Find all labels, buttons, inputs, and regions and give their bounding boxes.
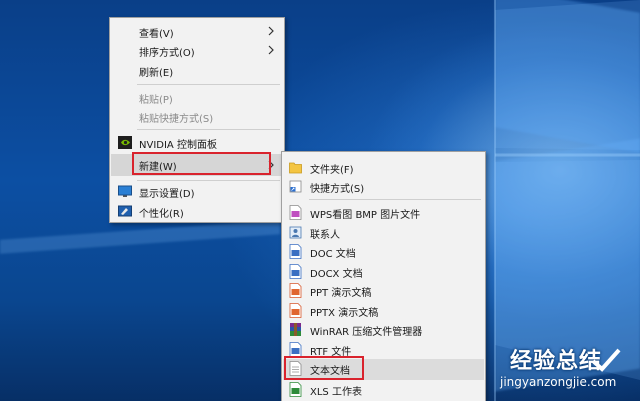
- menu-item-paste: 粘贴(P): [111, 88, 283, 108]
- menu-separator: [309, 199, 481, 200]
- submenu-item-label: 联系人: [310, 230, 340, 241]
- menu-item-display-settings[interactable]: 显示设置(D): [111, 182, 283, 202]
- personalize-icon: [118, 205, 132, 217]
- docx-file-icon: [289, 264, 302, 279]
- xls-file-icon: [289, 382, 302, 397]
- contact-icon: [289, 226, 302, 239]
- rtf-file-icon: [289, 342, 302, 357]
- submenu-item-label: PPT 演示文稿: [310, 288, 372, 299]
- display-icon: [118, 185, 132, 197]
- shortcut-icon: [289, 180, 302, 193]
- submenu-item-contact[interactable]: 联系人: [283, 223, 484, 243]
- submenu-item-doc[interactable]: DOC 文档: [283, 242, 484, 262]
- new-submenu: 文件夹(F) 快捷方式(S) WPS看图 BMP 图片文件 联系人 DOC 文档: [281, 151, 486, 401]
- menu-item-sort-by[interactable]: 排序方式(O): [111, 41, 283, 61]
- menu-item-label: NVIDIA 控制面板: [139, 140, 217, 151]
- submenu-item-label: WPS看图 BMP 图片文件: [310, 210, 421, 221]
- submenu-item-label: 快捷方式(S): [310, 184, 365, 195]
- submenu-item-pptx[interactable]: PPTX 演示文稿: [283, 301, 484, 321]
- nvidia-icon: [118, 136, 132, 149]
- submenu-item-ppt[interactable]: PPT 演示文稿: [283, 281, 484, 301]
- desktop-context-menu: 查看(V) 排序方式(O) 刷新(E) 粘贴(P) 粘贴快捷方式(S) NVID…: [109, 17, 285, 223]
- menu-item-label: 粘贴(P): [139, 95, 173, 106]
- menu-separator: [137, 84, 280, 85]
- menu-item-view[interactable]: 查看(V): [111, 22, 283, 42]
- submenu-item-winrar[interactable]: WinRAR 压缩文件管理器: [283, 320, 484, 340]
- bmp-file-icon: [289, 205, 302, 220]
- submenu-item-shortcut[interactable]: 快捷方式(S): [283, 177, 484, 197]
- menu-item-label: 刷新(E): [139, 68, 174, 79]
- menu-item-personalize[interactable]: 个性化(R): [111, 202, 283, 222]
- submenu-item-label: 文件夹(F): [310, 165, 354, 176]
- watermark-title: 经验总结: [510, 349, 603, 374]
- windows-logo-graphic: [494, 0, 640, 401]
- menu-item-paste-shortcut: 粘贴快捷方式(S): [111, 107, 283, 127]
- submenu-item-label: RTF 文件: [310, 347, 352, 358]
- menu-item-label: 排序方式(O): [139, 48, 195, 59]
- wallpaper-light-streak: [0, 220, 280, 254]
- menu-item-nvidia-control-panel[interactable]: NVIDIA 控制面板: [111, 133, 283, 153]
- menu-item-label: 查看(V): [139, 29, 174, 40]
- submenu-item-label: PPTX 演示文稿: [310, 308, 379, 319]
- site-watermark: 经验总结 jingyanzongjie.com: [500, 343, 640, 401]
- submenu-item-xls[interactable]: XLS 工作表: [283, 380, 484, 400]
- submenu-item-label: DOCX 文档: [310, 269, 363, 280]
- chevron-right-icon: [268, 45, 274, 55]
- submenu-item-label: XLS 工作表: [310, 387, 362, 398]
- menu-item-new[interactable]: 新建(W): [111, 154, 283, 176]
- menu-separator: [137, 129, 280, 130]
- menu-separator: [137, 180, 280, 181]
- doc-file-icon: [289, 244, 302, 259]
- winrar-icon: [290, 323, 301, 336]
- menu-item-label: 显示设置(D): [139, 189, 195, 200]
- submenu-item-rtf[interactable]: RTF 文件: [283, 340, 484, 360]
- menu-item-refresh[interactable]: 刷新(E): [111, 61, 283, 81]
- watermark-url: jingyanzongjie.com: [500, 375, 617, 389]
- submenu-item-text-document[interactable]: 文本文档: [283, 359, 484, 380]
- chevron-right-icon: [268, 160, 274, 170]
- chevron-right-icon: [268, 26, 274, 36]
- text-file-icon: [289, 361, 302, 376]
- submenu-item-bmp-image[interactable]: WPS看图 BMP 图片文件: [283, 203, 484, 223]
- checkmark-icon: [591, 348, 621, 372]
- ppt-file-icon: [289, 283, 302, 298]
- submenu-item-folder[interactable]: 文件夹(F): [283, 158, 484, 178]
- submenu-item-label: WinRAR 压缩文件管理器: [310, 327, 423, 338]
- menu-item-label: 粘贴快捷方式(S): [139, 114, 214, 125]
- menu-item-label: 个性化(R): [139, 209, 184, 220]
- submenu-item-label: DOC 文档: [310, 249, 356, 260]
- menu-item-label: 新建(W): [139, 162, 177, 173]
- submenu-item-docx[interactable]: DOCX 文档: [283, 262, 484, 282]
- submenu-item-label: 文本文档: [310, 366, 350, 377]
- folder-icon: [289, 162, 302, 174]
- pptx-file-icon: [289, 303, 302, 318]
